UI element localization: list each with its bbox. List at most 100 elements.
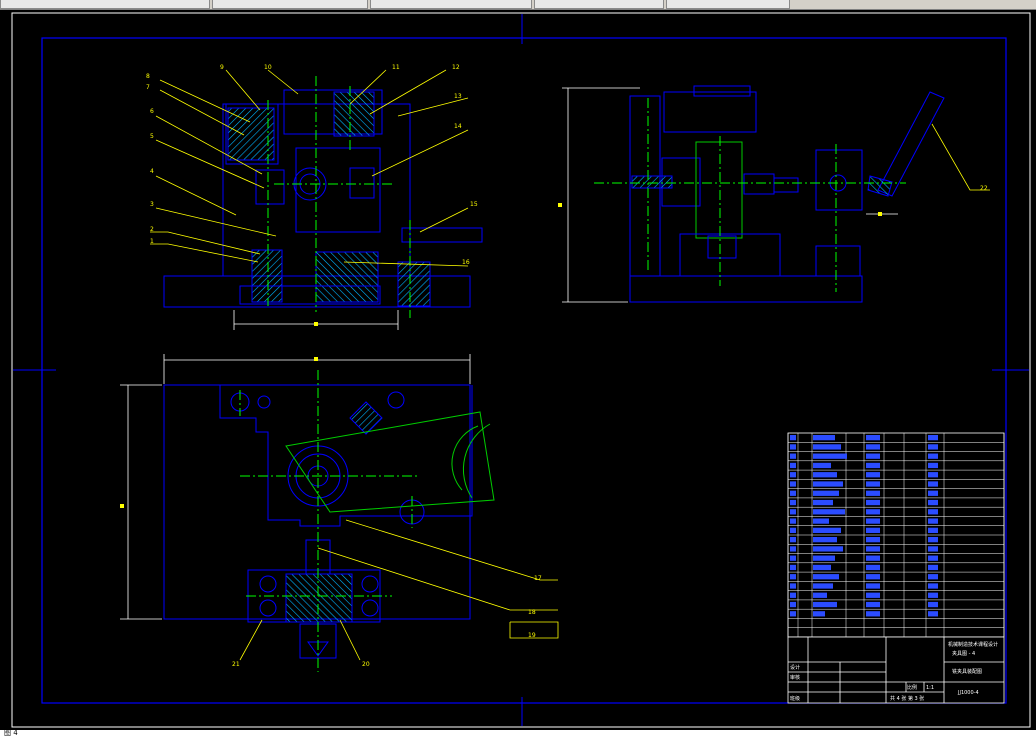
front-callout-labels: 8 7 9 10 11 12 6 13 5 14 4 3 15 2 1 16 bbox=[146, 64, 478, 266]
callout-label: 21 bbox=[232, 661, 240, 668]
parts-list-entry bbox=[928, 462, 938, 469]
side-leader: 22 bbox=[931, 123, 990, 192]
parts-list-entry bbox=[813, 453, 847, 459]
callout-label: 20 bbox=[362, 661, 370, 668]
callout-label: 15 bbox=[470, 201, 478, 208]
parts-list-entry bbox=[928, 481, 938, 487]
callout-label: 10 bbox=[264, 64, 272, 71]
parts-list-entry bbox=[790, 444, 796, 450]
callout-label: 6 bbox=[150, 108, 154, 115]
status-bar: 图 4 bbox=[0, 730, 1036, 736]
parts-list-entry bbox=[813, 592, 827, 598]
parts-list-entry bbox=[813, 527, 841, 533]
callout-label: 22 bbox=[980, 185, 988, 192]
parts-list-entry bbox=[928, 490, 938, 496]
parts-list-entry bbox=[866, 574, 880, 580]
parts-list-entry bbox=[928, 509, 938, 515]
parts-list-entry bbox=[790, 509, 796, 515]
parts-list-entry bbox=[813, 481, 843, 487]
parts-list-entry bbox=[790, 583, 796, 589]
tab-3[interactable] bbox=[370, 0, 532, 9]
parts-list-entry bbox=[866, 453, 880, 459]
parts-list-entry bbox=[928, 574, 938, 580]
parts-list-entry bbox=[813, 601, 837, 608]
parts-list-entry bbox=[928, 453, 938, 459]
parts-list-entry bbox=[928, 444, 938, 450]
scale-label: 比例 bbox=[907, 684, 917, 691]
front-view[interactable] bbox=[163, 89, 483, 308]
parts-list-entry bbox=[790, 499, 796, 506]
parts-list-entry bbox=[790, 555, 796, 561]
parts-list-entry bbox=[790, 537, 796, 543]
callout-label: 9 bbox=[220, 64, 224, 71]
tab-4[interactable] bbox=[534, 0, 664, 9]
parts-list-entry bbox=[866, 601, 880, 608]
parts-list-entry bbox=[866, 611, 880, 617]
parts-list-entry bbox=[866, 435, 880, 441]
parts-list-entry bbox=[928, 472, 938, 478]
parts-list-entry bbox=[813, 435, 835, 441]
parts-list-entry bbox=[928, 583, 938, 589]
drawing-number: JJ1000-4 bbox=[957, 690, 979, 696]
parts-list-entry bbox=[928, 527, 938, 533]
drawing-title: 机械制造技术课程设计 bbox=[948, 641, 998, 648]
parts-list-entry bbox=[790, 574, 796, 580]
parts-list-entry bbox=[813, 546, 843, 552]
parts-list-entry bbox=[813, 518, 829, 524]
tab-1[interactable] bbox=[0, 0, 210, 9]
callout-label: 11 bbox=[392, 64, 400, 71]
parts-list-entry bbox=[813, 583, 833, 589]
parts-list-entry bbox=[928, 546, 938, 552]
parts-list-entry bbox=[790, 490, 796, 496]
class-label: 班级 bbox=[790, 695, 800, 702]
callout-label: 17 bbox=[534, 575, 542, 582]
parts-list-entry bbox=[790, 611, 796, 617]
parts-list-entry bbox=[928, 592, 938, 598]
parts-list-entry bbox=[790, 592, 796, 598]
drawing-name: 铣夹具装配图 bbox=[952, 668, 982, 675]
parts-list-entry bbox=[866, 462, 880, 469]
parts-list-entry bbox=[790, 435, 796, 441]
designer-label: 设计 bbox=[790, 664, 800, 671]
parts-list-entry bbox=[928, 601, 938, 608]
parts-list-entry bbox=[790, 518, 796, 524]
parts-list-entry bbox=[928, 537, 938, 543]
parts-list-entry bbox=[790, 462, 796, 469]
tab-2[interactable] bbox=[212, 0, 368, 9]
callout-label: 18 bbox=[528, 609, 536, 616]
callout-label: 2 bbox=[150, 226, 154, 233]
sheet-info: 共 4 张 第 3 张 bbox=[890, 695, 924, 702]
scale-value: 1:1 bbox=[926, 685, 934, 691]
parts-list-entry bbox=[928, 518, 938, 524]
parts-list-entry bbox=[866, 583, 880, 589]
parts-list-entry bbox=[790, 546, 796, 552]
cad-drawing-canvas[interactable]: 8 7 9 10 11 12 6 13 5 14 4 3 15 2 1 16 2… bbox=[0, 9, 1036, 730]
front-view-dimension bbox=[233, 310, 399, 330]
drawing-title-sub: 夹具图 - 4 bbox=[952, 650, 975, 657]
tab-5[interactable] bbox=[666, 0, 790, 9]
parts-list-entry bbox=[813, 472, 837, 478]
callout-label: 13 bbox=[454, 93, 462, 100]
side-view[interactable] bbox=[629, 85, 945, 303]
parts-list-entry bbox=[866, 490, 880, 496]
parts-list-entry bbox=[790, 527, 796, 533]
parts-list-entry bbox=[790, 601, 796, 608]
parts-list-entry bbox=[928, 611, 938, 617]
parts-list-entry bbox=[928, 435, 938, 441]
parts-list-entry bbox=[790, 564, 796, 571]
parts-list bbox=[787, 432, 1005, 638]
parts-list-entry bbox=[813, 444, 841, 450]
callout-label: 3 bbox=[150, 201, 154, 208]
parts-list-entry bbox=[866, 509, 880, 515]
parts-list-entry bbox=[866, 481, 880, 487]
parts-list-entry bbox=[866, 537, 880, 543]
parts-list-entry bbox=[813, 490, 839, 496]
parts-list-entry bbox=[866, 555, 880, 561]
top-view-centerlines bbox=[239, 370, 420, 672]
parts-list-entry bbox=[790, 481, 796, 487]
side-view-centerlines bbox=[594, 98, 906, 292]
parts-list-entry bbox=[813, 537, 837, 543]
parts-list-entry bbox=[866, 472, 880, 478]
parts-list-entry bbox=[928, 499, 938, 506]
parts-list-entry bbox=[866, 518, 880, 524]
